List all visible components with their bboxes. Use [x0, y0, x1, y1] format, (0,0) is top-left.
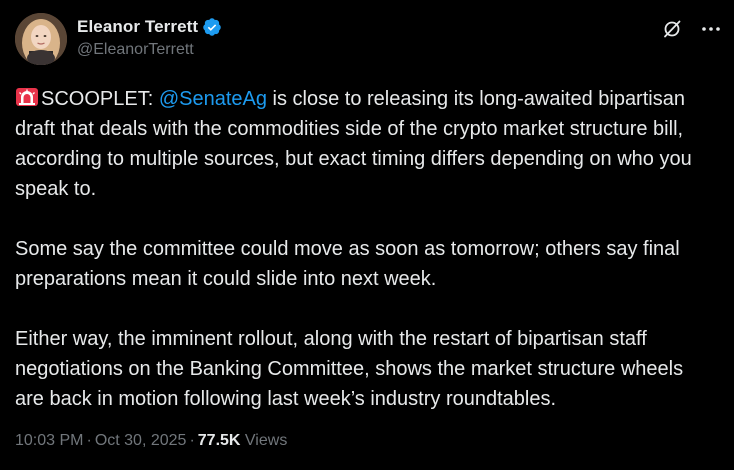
grok-icon[interactable] [662, 19, 682, 39]
mention-link-senateag[interactable]: @SenateAg [159, 88, 267, 110]
views-count: 77.5K [197, 432, 241, 449]
tweet-paragraph-3: Either way, the imminent rollout, along … [15, 328, 684, 410]
meta-separator: · [86, 432, 92, 449]
author-handle[interactable]: @EleanorTerrett [77, 41, 222, 59]
more-options-icon[interactable] [700, 19, 722, 39]
tweet-meta: 10:03 PM · Oct 30, 2025 · 77.5K Views [15, 432, 287, 450]
name-row: Eleanor Terrett [77, 16, 222, 38]
tweet-time[interactable]: 10:03 PM [15, 432, 83, 449]
meta-separator: · [189, 432, 195, 449]
police-car-light-emoji-icon [15, 86, 39, 108]
tweet-paragraph-1: SCOOPLET: @SenateAg is close to releasin… [15, 84, 715, 204]
views-label: Views [244, 432, 288, 449]
avatar[interactable] [15, 13, 67, 65]
tweet-text: SCOOPLET: @SenateAg is close to releasin… [15, 84, 715, 414]
verified-badge-icon[interactable] [202, 17, 222, 37]
tweet-header: Eleanor Terrett @EleanorTerrett [15, 13, 722, 65]
scooplet-prefix: SCOOPLET: [41, 88, 159, 110]
header-actions [662, 19, 722, 39]
tweet: Eleanor Terrett @EleanorTerrett SCOOPLET… [0, 0, 734, 470]
author-display-name[interactable]: Eleanor Terrett [77, 17, 198, 37]
tweet-date[interactable]: Oct 30, 2025 [95, 432, 187, 449]
author-info: Eleanor Terrett @EleanorTerrett [77, 16, 222, 59]
tweet-paragraph-2: Some say the committee could move as soo… [15, 238, 680, 290]
